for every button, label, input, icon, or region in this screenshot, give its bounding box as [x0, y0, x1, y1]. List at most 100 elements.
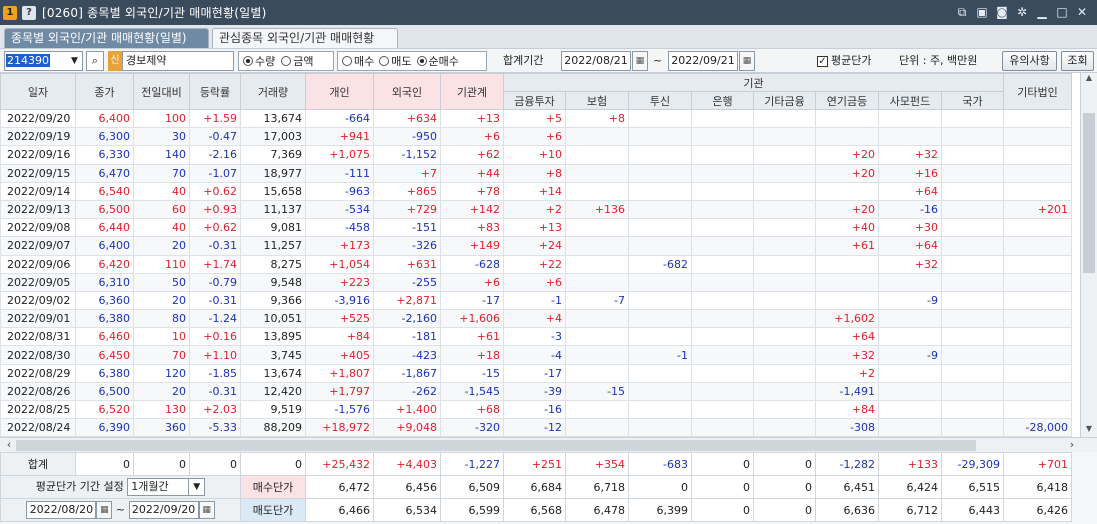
- table-row[interactable]: 2022/09/08 6,440 40 +0.62 9,081 -458 -151 +83 +1…: [0, 218, 1072, 238]
- horizontal-scrollbar[interactable]: ‹ ›: [0, 437, 1097, 452]
- table-cell: 130: [133, 399, 190, 420]
- col-header[interactable]: 국가: [941, 91, 1004, 110]
- calendar-icon[interactable]: ▦: [96, 501, 113, 519]
- stock-code-input[interactable]: 214390: [4, 51, 68, 71]
- table-cell: -423: [373, 345, 441, 365]
- table-cell: +6: [440, 127, 504, 147]
- table-cell: 2022/09/07: [0, 236, 76, 256]
- scroll-thumb[interactable]: [16, 440, 976, 451]
- table-row[interactable]: 2022/09/16 6,330 140 -2.16 7,369 +1,075 -1,152…: [0, 145, 1072, 165]
- chevron-down-icon[interactable]: ▼: [67, 51, 83, 71]
- table-cell: 20: [133, 290, 190, 311]
- table-cell: [1003, 218, 1072, 238]
- link-icon[interactable]: ⧉: [955, 5, 969, 19]
- scroll-thumb[interactable]: [1083, 113, 1095, 273]
- table-cell: [941, 290, 1004, 311]
- table-row[interactable]: 2022/09/02 6,360 20 -0.31 9,366 -3,916 +2,871-…: [0, 290, 1072, 311]
- table-row[interactable]: 2022/08/29 6,380 120 -1.85 13,674 +1,807 -1,86…: [0, 363, 1072, 383]
- screenshot-icon[interactable]: ◙: [995, 5, 1009, 19]
- sell-price-cell: 6,399: [628, 498, 692, 522]
- scroll-down-icon[interactable]: ▼: [1081, 424, 1097, 438]
- query-button[interactable]: 조회: [1061, 51, 1094, 71]
- table-row[interactable]: 2022/09/15 6,470 70 -1.07 18,977 -111 +7 +44 +8 +…: [0, 163, 1072, 183]
- radio-amount[interactable]: 금액: [281, 53, 314, 69]
- notice-button[interactable]: 유의사항: [1002, 51, 1057, 71]
- calendar-icon[interactable]: ▦: [198, 501, 215, 519]
- table-row[interactable]: 2022/09/19 6,300 30 -0.47 17,003 +941 -950 +6 +6: [0, 127, 1072, 147]
- table-cell: 2022/09/08: [0, 218, 76, 238]
- table-row[interactable]: 2022/09/20 6,400 100 +1.59 13,674 -664 +634 +13…: [0, 108, 1072, 129]
- col-header[interactable]: 연기금등: [815, 91, 879, 110]
- table-row[interactable]: 2022/08/24 6,390 360 -5.33 88,209 +18,972 +9,0…: [0, 418, 1072, 438]
- col-header[interactable]: 기타법인: [1003, 73, 1072, 110]
- col-header[interactable]: 기관계: [440, 73, 504, 110]
- scroll-right-icon[interactable]: ›: [1065, 438, 1079, 452]
- table-row[interactable]: 2022/08/30 6,450 70 +1.10 3,745 +405 -423 +18 -4…: [0, 345, 1072, 365]
- table-cell: 2022/09/13: [0, 199, 76, 220]
- col-header[interactable]: 투신: [628, 91, 692, 110]
- col-header[interactable]: 외국인: [373, 73, 441, 110]
- sell-price-cell: 6,636: [815, 498, 879, 522]
- table-row[interactable]: 2022/08/25 6,520 130 +2.03 9,519 -1,576 +1,400…: [0, 399, 1072, 420]
- tab-watchlist[interactable]: 관심종목 외국인/기관 매매현황: [212, 28, 398, 48]
- table-row[interactable]: 2022/09/06 6,420 110 +1.74 8,275 +1,054 +631 -6…: [0, 254, 1072, 274]
- col-header[interactable]: 거래량: [240, 73, 306, 110]
- table-cell: -5.33: [189, 418, 241, 438]
- scroll-left-icon[interactable]: ‹: [2, 438, 16, 452]
- col-header[interactable]: 금융투자: [503, 91, 566, 110]
- col-header[interactable]: 사모펀드: [878, 91, 942, 110]
- col-header[interactable]: 종가: [75, 73, 134, 110]
- avg-period-select[interactable]: 1개월간 ▼: [127, 478, 206, 496]
- tab-stock-daily[interactable]: 종목별 외국인/기관 매매현황(일별): [4, 28, 209, 48]
- settings-icon[interactable]: ✲: [1015, 5, 1029, 19]
- table-cell: [691, 399, 754, 420]
- radio-buy[interactable]: 매수: [342, 53, 374, 69]
- table-cell: [753, 290, 816, 311]
- maximize-icon[interactable]: □: [1055, 5, 1069, 19]
- table-row[interactable]: 2022/09/14 6,540 40 +0.62 15,658 -963 +865 +78 +…: [0, 181, 1072, 201]
- avg-date-from[interactable]: 2022/08/20: [26, 501, 97, 519]
- total-cell: +133: [878, 452, 942, 476]
- help-icon[interactable]: ?: [22, 5, 36, 20]
- col-header[interactable]: 은행: [691, 91, 754, 110]
- avg-price-checkbox[interactable]: ✓ 평균단가: [817, 51, 871, 71]
- sell-price-cell: 6,443: [941, 498, 1004, 522]
- calendar-icon[interactable]: ▦: [632, 51, 648, 71]
- table-cell: [691, 218, 754, 238]
- table-cell: [628, 309, 692, 329]
- table-cell: [1003, 327, 1072, 347]
- col-header[interactable]: 기타금융: [753, 91, 816, 110]
- table-row[interactable]: 2022/09/13 6,500 60 +0.93 11,137 -534 +729 +142…: [0, 199, 1072, 220]
- table-cell: [753, 399, 816, 420]
- save-icon[interactable]: ▣: [975, 5, 989, 19]
- table-row[interactable]: 2022/08/31 6,460 10 +0.16 13,895 +84 -181 +61 -3…: [0, 327, 1072, 347]
- close-icon[interactable]: ✕: [1075, 5, 1089, 19]
- date-to-input[interactable]: 2022/09/21: [668, 51, 738, 71]
- radio-net-buy[interactable]: 순매수: [416, 53, 459, 69]
- trade-radio-group: 매수 매도 순매수: [337, 51, 487, 71]
- chevron-down-icon[interactable]: ▼: [188, 479, 204, 495]
- table-cell: 360: [133, 418, 190, 438]
- radio-sell[interactable]: 매도: [379, 53, 412, 69]
- table-cell: +40: [815, 218, 879, 238]
- table-row[interactable]: 2022/09/07 6,400 20 -0.31 11,257 +173 -326 +149…: [0, 236, 1072, 256]
- col-header[interactable]: 등락률: [189, 73, 241, 110]
- col-header[interactable]: 개인: [305, 73, 374, 110]
- table-row[interactable]: 2022/08/26 6,500 20 -0.31 12,420 +1,797 -262 -1…: [0, 381, 1072, 402]
- col-header[interactable]: 일자: [0, 73, 76, 110]
- search-icon[interactable]: ⌕: [86, 51, 104, 71]
- col-header[interactable]: 보험: [565, 91, 629, 110]
- radio-quantity[interactable]: 수량: [243, 53, 275, 69]
- vertical-scrollbar[interactable]: ▲ ▼: [1080, 73, 1097, 438]
- table-row[interactable]: 2022/09/05 6,310 50 -0.79 9,548 +223 -255 +6 +6: [0, 272, 1072, 292]
- date-from-input[interactable]: 2022/08/21: [561, 51, 631, 71]
- scroll-up-icon[interactable]: ▲: [1081, 73, 1097, 87]
- avg-date-to[interactable]: 2022/09/20: [128, 501, 199, 519]
- col-header[interactable]: 전일대비: [133, 73, 190, 110]
- minimize-icon[interactable]: ▁: [1035, 5, 1049, 19]
- table-cell: +1,807: [305, 363, 374, 383]
- screen-number-badge[interactable]: 1: [3, 5, 17, 20]
- table-cell: +20: [815, 163, 879, 183]
- calendar-icon[interactable]: ▦: [739, 51, 755, 71]
- table-row[interactable]: 2022/09/01 6,380 80 -1.24 10,051 +525 -2,160 +1…: [0, 309, 1072, 329]
